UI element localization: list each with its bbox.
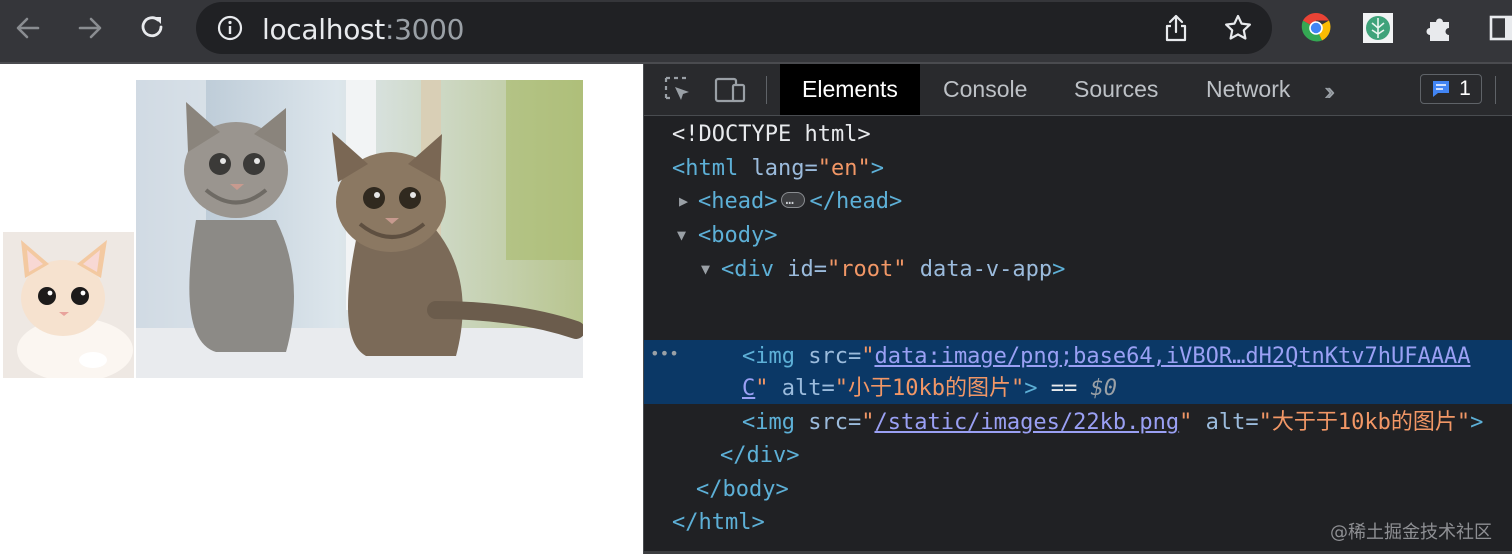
img1-tag: <img bbox=[742, 344, 795, 369]
page-viewport bbox=[0, 64, 643, 554]
tree-line-div-close[interactable]: </div> bbox=[720, 439, 799, 472]
small-kitten-image bbox=[3, 232, 134, 378]
star-icon bbox=[1225, 14, 1251, 40]
img1-dollar-ref: $0 bbox=[1090, 376, 1117, 401]
collapsed-ellipsis-icon[interactable] bbox=[781, 184, 806, 217]
tree-line-head[interactable]: <head> </head> bbox=[698, 184, 903, 218]
browser-toolbar: localhost:3000 bbox=[0, 0, 1512, 64]
html-tag: <html bbox=[672, 156, 739, 181]
url-port: :3000 bbox=[385, 13, 465, 46]
devtools-panel: Elements Console Sources Network ›› 1 ••… bbox=[643, 64, 1512, 554]
toolbar-separator-right bbox=[1495, 76, 1496, 104]
img1-src-quote-open: " bbox=[861, 344, 875, 369]
url-text: localhost:3000 bbox=[262, 13, 465, 46]
img1-tag-end: > bbox=[1024, 376, 1038, 401]
puzzle-icon bbox=[1426, 18, 1449, 41]
inspect-element-button[interactable] bbox=[660, 72, 696, 108]
reload-button[interactable] bbox=[134, 10, 170, 46]
tab-console[interactable]: Console bbox=[921, 64, 1049, 115]
img1-src-link[interactable]: data:image/png;base64,iVBOR…dH2QtnKtv7hU… bbox=[874, 344, 1470, 369]
body-close-tag: </body> bbox=[696, 477, 789, 502]
tab-sources[interactable]: Sources bbox=[1052, 64, 1180, 115]
arrow-right-icon bbox=[78, 17, 102, 39]
img2-src-quote-open: " bbox=[861, 410, 875, 435]
issues-count: 1 bbox=[1459, 77, 1471, 100]
kittens-illustration bbox=[136, 80, 583, 378]
address-bar[interactable]: localhost:3000 bbox=[196, 2, 1272, 54]
share-button[interactable] bbox=[1160, 12, 1192, 44]
tree-line-img1[interactable]: <img src="data:image/png;base64,iVBOR…dH… bbox=[742, 340, 1471, 373]
img1-alt-attr: alt= bbox=[768, 376, 835, 401]
extensions-button[interactable] bbox=[1422, 10, 1458, 46]
watermark: @稀土掘金技术社区 bbox=[1330, 522, 1492, 543]
kitten-illustration bbox=[3, 232, 134, 378]
arrow-left-icon bbox=[16, 17, 40, 39]
tree-line-div[interactable]: <div id="root" data-v-app> bbox=[721, 253, 1065, 286]
toolbar-separator bbox=[766, 76, 767, 104]
img1-src-quote-close: " bbox=[755, 376, 769, 401]
img2-alt-value: "大于于10kb的图片" bbox=[1258, 410, 1471, 435]
img1-src-link-cont[interactable]: C bbox=[742, 376, 755, 401]
img2-src-link[interactable]: /static/images/22kb.png bbox=[874, 410, 1179, 435]
tree-line-html-close[interactable]: </html> bbox=[672, 506, 765, 539]
div-close-tag: </div> bbox=[720, 443, 800, 468]
div-data-attr: data-v-app bbox=[906, 257, 1053, 282]
html-close-tag: </html> bbox=[672, 510, 765, 535]
tree-line-body[interactable]: <body> bbox=[698, 219, 777, 252]
tree-line-html[interactable]: <html lang="en"> bbox=[672, 152, 884, 185]
html-lang-value: "en" bbox=[817, 156, 871, 181]
img1-equals: == bbox=[1037, 376, 1091, 401]
collapse-div-triangle-icon[interactable]: ▼ bbox=[701, 260, 710, 278]
leaf-extension-icon bbox=[1363, 13, 1393, 43]
tree-line-doctype[interactable]: <!DOCTYPE html> bbox=[672, 118, 871, 151]
img2-alt-attr: alt= bbox=[1192, 410, 1259, 435]
tree-line-img1-cont[interactable]: C" alt="小于10kb的图片"> == $0 bbox=[742, 372, 1117, 405]
html-tag-end: > bbox=[870, 156, 884, 181]
elements-tree: ••• <!DOCTYPE html> <html lang="en"> ▶ <… bbox=[644, 116, 1512, 554]
head-open-tag: <head> bbox=[698, 189, 778, 214]
tab-network[interactable]: Network bbox=[1184, 64, 1312, 115]
body-open-tag: <body> bbox=[698, 223, 778, 248]
extension-leaf[interactable] bbox=[1360, 10, 1396, 46]
more-tabs-chevron-icon[interactable]: ›› bbox=[1324, 76, 1336, 107]
div-tag: <div bbox=[721, 257, 774, 282]
device-toolbar-button[interactable] bbox=[712, 72, 748, 108]
tab-elements[interactable]: Elements bbox=[780, 64, 920, 115]
chrome-extension-icon bbox=[1301, 12, 1331, 42]
reload-icon bbox=[141, 16, 163, 38]
message-icon bbox=[1433, 81, 1450, 97]
info-icon bbox=[217, 15, 243, 41]
share-icon bbox=[1165, 14, 1187, 42]
expand-head-triangle-icon[interactable]: ▶ bbox=[679, 192, 688, 210]
img2-src-quote-close: " bbox=[1179, 410, 1193, 435]
doctype-text: <!DOCTYPE html> bbox=[672, 122, 871, 147]
back-button[interactable] bbox=[10, 10, 46, 46]
img1-src-attr: src= bbox=[794, 344, 862, 369]
img2-tag: <img bbox=[742, 410, 795, 435]
inspect-icon bbox=[664, 76, 689, 100]
sidebar-icon bbox=[1489, 15, 1512, 41]
head-close-tag: </head> bbox=[809, 189, 903, 214]
issues-button[interactable]: 1 bbox=[1420, 74, 1482, 104]
div-id-attr: id= bbox=[773, 257, 827, 282]
url-host: localhost bbox=[262, 13, 385, 46]
img2-src-attr: src= bbox=[794, 410, 862, 435]
img2-tag-end: > bbox=[1470, 410, 1484, 435]
collapse-body-triangle-icon[interactable]: ▼ bbox=[677, 226, 686, 244]
tree-line-body-close[interactable]: </body> bbox=[696, 473, 789, 506]
tree-line-img2[interactable]: <img src="/static/images/22kb.png" alt="… bbox=[742, 406, 1483, 439]
img1-alt-value: "小于10kb的图片" bbox=[834, 376, 1025, 401]
bookmark-button[interactable] bbox=[1222, 12, 1254, 44]
div-id-value: "root" bbox=[826, 257, 907, 282]
device-icon bbox=[714, 77, 746, 103]
devtools-toolbar: Elements Console Sources Network ›› 1 bbox=[644, 64, 1512, 116]
extension-chrome[interactable] bbox=[1298, 10, 1334, 46]
large-kittens-image bbox=[136, 80, 583, 378]
node-actions-ellipsis-icon[interactable]: ••• bbox=[650, 344, 679, 363]
site-info-icon[interactable] bbox=[214, 12, 246, 44]
side-panel-button[interactable] bbox=[1484, 10, 1512, 46]
html-lang-attr: lang= bbox=[738, 156, 818, 181]
div-tag-end: > bbox=[1052, 257, 1066, 282]
forward-button[interactable] bbox=[72, 10, 108, 46]
